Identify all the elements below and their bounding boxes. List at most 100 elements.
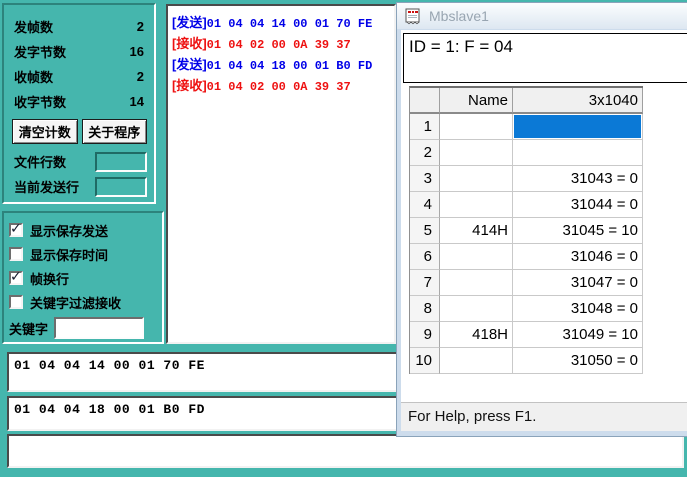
recv-bytes-value: 14 (130, 94, 147, 109)
row-number[interactable]: 5 (410, 218, 440, 244)
name-cell[interactable] (440, 244, 513, 270)
show-save-send-checkbox[interactable] (9, 223, 23, 237)
value-cell[interactable]: 31049 = 10 (513, 322, 643, 348)
frame-newline-checkbox[interactable] (9, 271, 23, 285)
row-number[interactable]: 2 (410, 140, 440, 166)
value-cell[interactable]: 31045 = 10 (513, 218, 643, 244)
send-tag: [发送] (172, 15, 207, 30)
value-cell[interactable] (513, 114, 643, 140)
name-cell[interactable] (440, 296, 513, 322)
window-title: Mbslave1 (429, 8, 489, 24)
keyword-label: 关键字 (9, 319, 48, 338)
document-icon[interactable] (405, 8, 422, 25)
option-show-save-send: 显示保存发送 (9, 218, 158, 242)
slave-id-header: ID = 1: F = 04 (403, 33, 687, 83)
sent-frames-label: 发帧数 (14, 17, 53, 36)
send-line-2-input[interactable]: 01 04 04 18 00 01 B0 FD (7, 396, 398, 431)
show-save-time-label: 显示保存时间 (30, 245, 108, 264)
keyword-input[interactable] (54, 317, 144, 339)
stat-row-sent-frames: 发帧数 2 (14, 14, 147, 39)
table-row: 4 31044 = 0 (410, 192, 643, 218)
file-lines-input[interactable] (95, 152, 147, 172)
file-lines-label: 文件行数 (14, 152, 66, 171)
name-cell[interactable] (440, 140, 513, 166)
keyword-row: 关键字 (9, 317, 158, 339)
value-cell[interactable] (513, 140, 643, 166)
log-line-send: [发送]01 04 04 18 00 01 B0 FD (172, 55, 394, 76)
send-bytes: 01 04 04 18 00 01 B0 FD (207, 59, 373, 73)
name-cell[interactable] (440, 114, 513, 140)
value-cell[interactable]: 31047 = 0 (513, 270, 643, 296)
row-number[interactable]: 10 (410, 348, 440, 374)
row-number[interactable]: 1 (410, 114, 440, 140)
log-line-send: [发送]01 04 04 14 00 01 70 FE (172, 13, 394, 34)
current-send-line-input[interactable] (95, 177, 147, 197)
recv-bytes: 01 04 02 00 0A 39 37 (207, 38, 351, 52)
name-cell[interactable] (440, 192, 513, 218)
value-cell[interactable]: 31043 = 0 (513, 166, 643, 192)
show-save-send-label: 显示保存发送 (30, 221, 108, 240)
row-number[interactable]: 3 (410, 166, 440, 192)
status-bar: For Help, press F1. (401, 402, 687, 431)
row-number[interactable]: 4 (410, 192, 440, 218)
stat-row-recv-frames: 收帧数 2 (14, 64, 147, 89)
recv-tag: [接收] (172, 36, 207, 51)
table-row: 2 (410, 140, 643, 166)
registers-grid: Name 3x1040 1 2 3 31043 = 0 (409, 86, 643, 374)
sent-frames-value: 2 (137, 19, 147, 34)
comm-log-panel[interactable]: [发送]01 04 04 14 00 01 70 FE [接收]01 04 02… (166, 4, 396, 344)
serial-debugger-app: 发帧数 2 发字节数 16 收帧数 2 收字节数 14 清空计数 关于程序 文件… (0, 0, 687, 477)
recv-frames-label: 收帧数 (14, 67, 53, 86)
row-number[interactable]: 9 (410, 322, 440, 348)
show-save-time-checkbox[interactable] (9, 247, 23, 261)
keyword-filter-label: 关键字过滤接收 (30, 293, 121, 312)
frame-newline-label: 帧换行 (30, 269, 69, 288)
row-number[interactable]: 7 (410, 270, 440, 296)
recv-bytes-label: 收字节数 (14, 92, 66, 111)
row-number[interactable]: 8 (410, 296, 440, 322)
stats-panel: 发帧数 2 发字节数 16 收帧数 2 收字节数 14 清空计数 关于程序 文件… (2, 3, 156, 204)
sent-bytes-label: 发字节数 (14, 42, 66, 61)
file-lines-row: 文件行数 (14, 149, 147, 174)
option-show-save-time: 显示保存时间 (9, 242, 158, 266)
options-panel: 显示保存发送 显示保存时间 帧换行 关键字过滤接收 关键字 (2, 211, 164, 344)
table-row: 5 414H 31045 = 10 (410, 218, 643, 244)
option-frame-newline: 帧换行 (9, 266, 158, 290)
mbslave-client-area: ID = 1: F = 04 Name 3x1040 1 2 (401, 30, 687, 403)
grid-name-header: Name (440, 88, 513, 114)
value-cell[interactable]: 31044 = 0 (513, 192, 643, 218)
table-row: 1 (410, 114, 643, 140)
about-program-button[interactable]: 关于程序 (82, 119, 148, 144)
send-line-1-input[interactable]: 01 04 04 14 00 01 70 FE (7, 352, 398, 392)
name-cell[interactable] (440, 348, 513, 374)
sent-bytes-value: 16 (130, 44, 147, 59)
name-cell[interactable] (440, 166, 513, 192)
row-number[interactable]: 6 (410, 244, 440, 270)
name-cell[interactable]: 414H (440, 218, 513, 244)
send-line-3-input[interactable] (7, 434, 684, 468)
value-cell[interactable]: 31046 = 0 (513, 244, 643, 270)
clear-count-button[interactable]: 清空计数 (12, 119, 78, 144)
table-row: 10 31050 = 0 (410, 348, 643, 374)
value-cell[interactable]: 31048 = 0 (513, 296, 643, 322)
log-line-recv: [接收]01 04 02 00 0A 39 37 (172, 34, 394, 55)
value-cell[interactable]: 31050 = 0 (513, 348, 643, 374)
current-send-line-row: 当前发送行 (14, 174, 147, 199)
recv-bytes: 01 04 02 00 0A 39 37 (207, 80, 351, 94)
table-row: 3 31043 = 0 (410, 166, 643, 192)
grid-address-header: 3x1040 (513, 88, 643, 114)
keyword-filter-checkbox[interactable] (9, 295, 23, 309)
option-keyword-filter: 关键字过滤接收 (9, 290, 158, 314)
recv-tag: [接收] (172, 78, 207, 93)
name-cell[interactable]: 418H (440, 322, 513, 348)
table-row: 6 31046 = 0 (410, 244, 643, 270)
mbslave-title-bar[interactable]: Mbslave1 (397, 3, 687, 29)
recv-frames-value: 2 (137, 69, 147, 84)
table-row: 9 418H 31049 = 10 (410, 322, 643, 348)
log-line-recv: [接收]01 04 02 00 0A 39 37 (172, 76, 394, 97)
stat-row-recv-bytes: 收字节数 14 (14, 89, 147, 114)
table-row: 7 31047 = 0 (410, 270, 643, 296)
stat-row-sent-bytes: 发字节数 16 (14, 39, 147, 64)
name-cell[interactable] (440, 270, 513, 296)
mbslave-window: Mbslave1 ID = 1: F = 04 Name 3x1040 1 2 (396, 2, 687, 437)
